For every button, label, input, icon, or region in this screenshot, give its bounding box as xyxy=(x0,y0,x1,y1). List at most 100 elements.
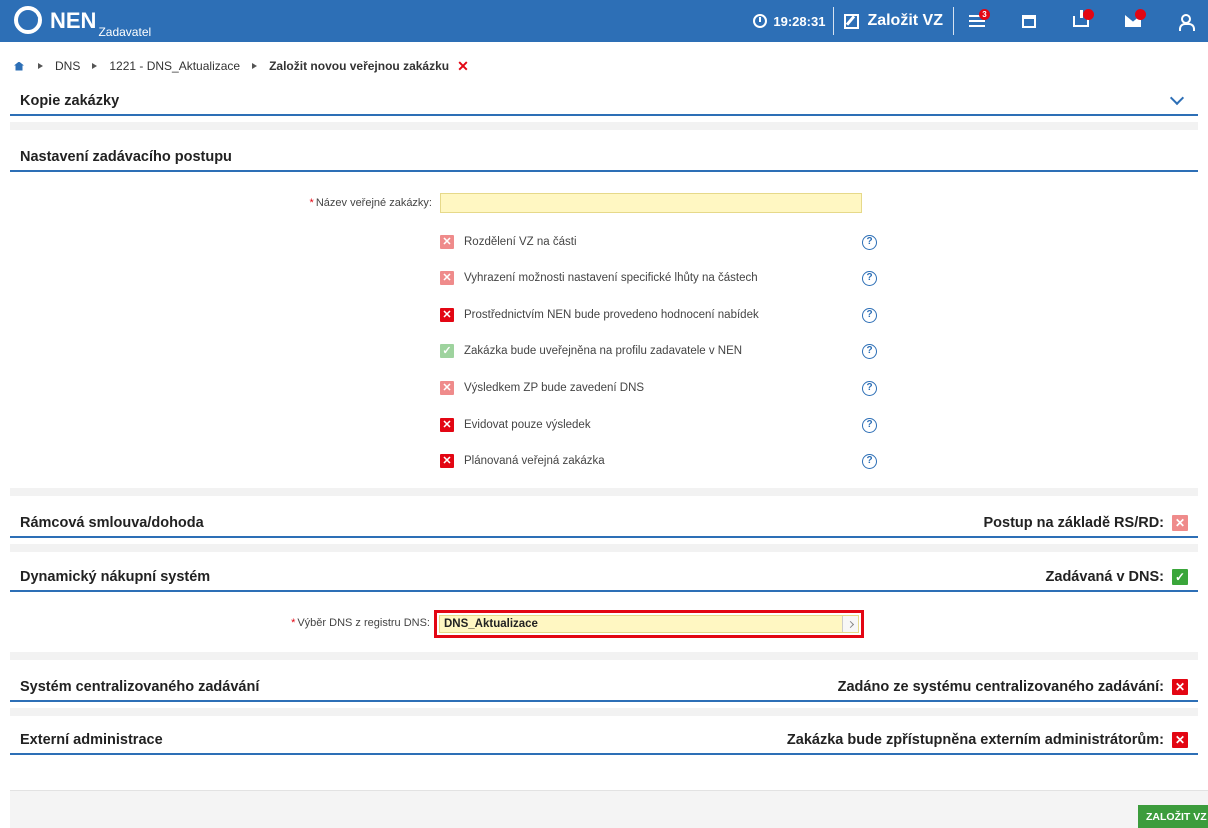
section-title: Systém centralizovaného zadávání xyxy=(20,679,260,695)
logo-text: NEN xyxy=(50,8,97,33)
help-icon[interactable]: ? xyxy=(862,234,877,250)
inbox-button[interactable] xyxy=(1064,0,1098,42)
nen-logo-icon xyxy=(14,6,42,34)
messages-notification-dot xyxy=(1135,9,1146,20)
option-row: ✕ Plánovaná veřejná zakázka ? xyxy=(440,452,900,470)
section-gap xyxy=(10,652,1198,660)
tender-name-row: * Název veřejné zakázky: xyxy=(250,193,862,213)
option-row: ✕ Výsledkem ZP bude zavedení DNS ? xyxy=(440,379,900,397)
option-label: Plánovaná veřejná zakázka xyxy=(464,455,605,467)
toggle-label: Zakázka bude zpřístupněna externím admin… xyxy=(786,732,1164,748)
checkbox-unchecked[interactable]: ✕ xyxy=(440,418,454,432)
external-toggle: Zakázka bude zpřístupněna externím admin… xyxy=(787,732,1188,748)
checkbox-unchecked[interactable]: ✕ xyxy=(1172,679,1188,695)
close-icon[interactable]: ✕ xyxy=(457,58,469,75)
breadcrumb-current: Založit novou veřejnou zakázku xyxy=(269,59,450,73)
toggle-label: Zadávaná v DNS: xyxy=(1045,569,1164,585)
select-arrow-button[interactable] xyxy=(842,616,858,632)
home-icon[interactable] xyxy=(14,61,24,71)
option-row: ✓ Zakázka bude uveřejněna na profilu zad… xyxy=(440,342,900,360)
tender-name-input[interactable] xyxy=(440,193,862,213)
breadcrumb-arrow-icon xyxy=(92,63,98,69)
create-vz-button[interactable]: Založit VZ xyxy=(834,12,953,30)
create-vz-submit-button[interactable]: ZALOŽIT VZ xyxy=(1138,805,1208,828)
centralized-toggle: Zadáno ze systému centralizovaného zadáv… xyxy=(838,679,1188,695)
breadcrumb: DNS 1221 - DNS_Aktualizace Založit novou… xyxy=(0,57,1208,75)
dns-select-value: DNS_Aktualizace xyxy=(444,618,538,630)
option-label: Rozdělení VZ na části xyxy=(464,236,577,248)
breadcrumb-arrow-icon xyxy=(38,63,43,69)
section-centralized-header: Systém centralizovaného zadávání Zadáno … xyxy=(10,674,1198,702)
option-label: Prostřednictvím NEN bude provedeno hodno… xyxy=(464,309,759,321)
inbox-notification-dot xyxy=(1083,9,1094,20)
option-row: ✕ Evidovat pouze výsledek ? xyxy=(440,416,900,434)
calendar-button[interactable] xyxy=(1012,0,1046,42)
tasks-badge: 3 xyxy=(979,9,990,20)
option-label: Evidovat pouze výsledek xyxy=(464,419,591,431)
option-row: ✕ Rozdělení VZ na části ? xyxy=(440,233,900,251)
help-icon[interactable]: ? xyxy=(862,307,877,323)
checkbox-checked[interactable]: ✓ xyxy=(1172,569,1188,585)
chevron-right-icon xyxy=(846,620,855,628)
checkbox-unchecked-disabled: ✕ xyxy=(1172,515,1188,531)
help-icon[interactable]: ? xyxy=(862,453,877,469)
section-dns-header: Dynamický nákupní systém Zadávaná v DNS:… xyxy=(10,564,1198,592)
tender-name-label: * Název veřejné zakázky: xyxy=(309,197,432,209)
dns-select-input[interactable]: DNS_Aktualizace xyxy=(439,615,859,633)
divider xyxy=(833,7,835,35)
checkbox-unchecked[interactable]: ✕ xyxy=(1172,732,1188,748)
help-icon[interactable]: ? xyxy=(862,343,877,359)
user-button[interactable] xyxy=(1168,0,1202,42)
framework-toggle: Postup na základě RS/RD: ✕ xyxy=(984,515,1188,531)
option-row: ✕ Vyhrazení možnosti nastavení specifick… xyxy=(440,269,900,287)
section-gap xyxy=(10,122,1198,130)
checkbox-unchecked[interactable]: ✕ xyxy=(440,308,454,322)
toggle-label: Postup na základě RS/RD: xyxy=(983,515,1164,531)
dns-select-highlight: DNS_Aktualizace xyxy=(434,610,864,638)
section-gap xyxy=(10,544,1198,552)
section-title: Dynamický nákupní systém xyxy=(20,569,211,585)
calendar-icon xyxy=(1022,14,1036,28)
option-label: Vyhrazení možnosti nastavení specifické … xyxy=(464,272,758,284)
section-title: Externí administrace xyxy=(20,732,163,748)
chevron-down-icon[interactable] xyxy=(1169,90,1185,106)
logo-subtitle: Zadavatel xyxy=(98,25,152,39)
create-vz-label: Založit VZ xyxy=(867,12,943,29)
dns-select-row: * Výběr DNS z registru DNS: xyxy=(240,617,430,629)
breadcrumb-item-dns[interactable]: DNS xyxy=(55,59,80,73)
messages-button[interactable] xyxy=(1116,0,1150,42)
option-row: ✕ Prostřednictvím NEN bude provedeno hod… xyxy=(440,306,900,324)
help-icon[interactable]: ? xyxy=(862,417,877,433)
option-label: Zakázka bude uveřejněna na profilu zadav… xyxy=(464,345,743,357)
clock-time: 19:28:31 xyxy=(773,13,826,29)
section-title: Nastavení zadávacího postupu xyxy=(20,149,232,165)
section-copy-header[interactable]: Kopie zakázky xyxy=(10,88,1198,116)
help-icon[interactable]: ? xyxy=(862,380,877,396)
section-procedure-header: Nastavení zadávacího postupu xyxy=(10,144,1198,172)
breadcrumb-item-dns-detail[interactable]: 1221 - DNS_Aktualizace xyxy=(109,59,240,73)
dns-select-label: * Výběr DNS z registru DNS: xyxy=(291,617,430,629)
footer-bar xyxy=(10,790,1208,828)
section-external-header: Externí administrace Zakázka bude zpříst… xyxy=(10,727,1198,755)
checkbox-unchecked-disabled: ✕ xyxy=(440,381,454,395)
clock-icon xyxy=(753,14,768,28)
checkbox-checked-disabled: ✓ xyxy=(440,344,454,358)
dns-toggle: Zadávaná v DNS: ✓ xyxy=(1046,569,1188,585)
option-label: Výsledkem ZP bude zavedení DNS xyxy=(464,382,645,394)
section-title: Kopie zakázky xyxy=(20,93,120,109)
session-clock: 19:28:31 xyxy=(753,14,833,29)
section-framework-header: Rámcová smlouva/dohoda Postup na základě… xyxy=(10,510,1198,538)
breadcrumb-arrow-icon xyxy=(252,63,258,69)
tasks-button[interactable]: 3 xyxy=(960,0,994,42)
divider xyxy=(953,7,954,35)
edit-icon xyxy=(844,13,860,29)
top-bar: NEN Zadavatel 19:28:31 Založit VZ 3 xyxy=(0,0,1208,42)
user-icon xyxy=(1179,14,1195,31)
checkbox-unchecked-disabled: ✕ xyxy=(440,271,454,285)
checkbox-unchecked-disabled: ✕ xyxy=(440,235,454,249)
toggle-label: Zadáno ze systému centralizovaného zadáv… xyxy=(837,679,1164,695)
section-gap xyxy=(10,488,1198,496)
nen-logo[interactable]: NEN Zadavatel xyxy=(14,6,151,38)
help-icon[interactable]: ? xyxy=(862,270,877,286)
checkbox-unchecked[interactable]: ✕ xyxy=(440,454,454,468)
